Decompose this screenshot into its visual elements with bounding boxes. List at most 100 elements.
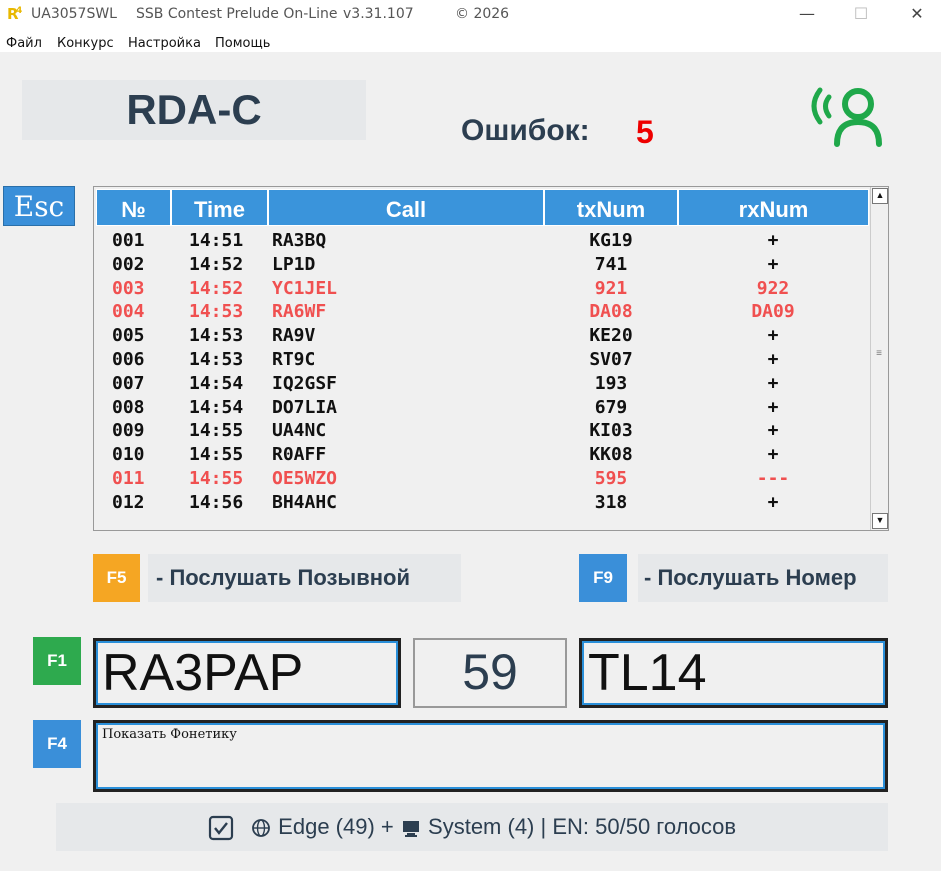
cell-txnum: KI03 <box>589 420 633 442</box>
checkbox-icon[interactable] <box>208 815 234 841</box>
title-bar: R 4 UA3057SWL SSB Contest Prelude On-Lin… <box>0 0 941 30</box>
scroll-up-arrow-icon[interactable]: ▲ <box>872 188 888 204</box>
qso-log-table: № Time Call txNum rxNum 001 14:51 RA3BQ KG1… <box>93 186 889 531</box>
scroll-down-arrow-icon[interactable]: ▼ <box>872 513 888 529</box>
table-row[interactable]: 002 14:52 LP1D 741 + <box>96 253 866 279</box>
cell-num: 008 <box>112 396 145 418</box>
table-row[interactable]: 010 14:55 R0AFF KK08 + <box>96 445 866 469</box>
cell-time: 14:53 <box>189 348 244 370</box>
cell-call: RA9V <box>272 325 316 347</box>
cell-time: 14:55 <box>189 467 244 489</box>
cell-txnum: 741 <box>594 253 628 275</box>
close-button[interactable]: ✕ <box>894 4 940 26</box>
callsign-input[interactable]: RA3PAP <box>93 638 401 708</box>
cell-rxnum: 922 <box>756 277 790 299</box>
contest-title: RDA-C <box>126 86 262 133</box>
cell-rxnum: + <box>767 253 779 275</box>
menu-settings[interactable]: Настройка <box>128 36 201 51</box>
cell-rxnum: + <box>767 230 779 251</box>
table-row[interactable]: 009 14:55 UA4NC KI03 + <box>96 421 866 445</box>
cell-num: 006 <box>112 348 145 370</box>
cell-time: 14:54 <box>189 372 244 394</box>
header-time: Time <box>171 189 268 226</box>
errors-count: 5 <box>636 114 654 150</box>
cell-call: IQ2GSF <box>272 372 338 394</box>
voices-count: | EN: 50/50 голосов <box>540 814 737 839</box>
cell-call: RA6WF <box>272 301 327 323</box>
table-row[interactable]: 003 14:52 YC1JEL 921 922 <box>96 277 866 303</box>
menu-bar: Файл Конкурс Настройка Помощь <box>0 30 941 52</box>
cell-num: 011 <box>112 467 145 489</box>
cell-txnum: KE20 <box>589 325 633 347</box>
table-row[interactable]: 006 14:53 RT9C SV07 + <box>96 348 866 374</box>
cell-call: UA4NC <box>272 420 327 442</box>
menu-contest[interactable]: Конкурс <box>57 36 114 51</box>
minimize-button[interactable]: — <box>784 4 830 26</box>
table-row[interactable]: 004 14:53 RA6WF DA08 DA09 <box>96 302 866 326</box>
window-app-id: UA3057SWL <box>31 6 117 22</box>
esc-button[interactable]: Esc <box>3 186 75 226</box>
cell-rxnum: + <box>767 372 779 394</box>
svg-text:4: 4 <box>16 6 22 16</box>
maximize-button[interactable]: ☐ <box>838 4 884 26</box>
window-app-name: SSB Contest Prelude On-Line <box>136 6 338 22</box>
cell-rxnum: + <box>767 325 779 347</box>
table-row[interactable]: 012 14:56 BH4AHC 318 + <box>96 491 866 517</box>
cell-txnum: 679 <box>594 396 628 418</box>
menu-file[interactable]: Файл <box>6 36 42 51</box>
status-plus: + <box>380 814 394 839</box>
cell-time: 14:56 <box>189 491 244 513</box>
cell-num: 009 <box>112 420 145 442</box>
cell-txnum: 921 <box>594 277 628 299</box>
tts-engine-edge: Edge (49) <box>278 814 375 839</box>
cell-time: 14:54 <box>189 396 244 418</box>
cell-txnum: 318 <box>594 491 628 513</box>
window-version: v3.31.107 <box>343 6 414 22</box>
table-row[interactable]: 001 14:51 RA3BQ KG19 + <box>96 231 866 255</box>
log-scrollbar[interactable]: ▲ ≡ ▼ <box>870 187 888 530</box>
cell-rxnum: DA09 <box>751 301 795 323</box>
cell-num: 007 <box>112 372 145 394</box>
header-rxnum: rxNum <box>678 189 869 226</box>
cell-rxnum: + <box>767 491 779 513</box>
table-row[interactable]: 008 14:54 DO7LIA 679 + <box>96 396 866 422</box>
table-row[interactable]: 005 14:53 RA9V KE20 + <box>96 326 866 350</box>
f9-button[interactable]: F9 <box>579 554 627 602</box>
cell-time: 14:55 <box>189 420 244 442</box>
cell-call: RT9C <box>272 348 316 370</box>
errors-label: Ошибок: <box>461 114 590 147</box>
cell-txnum: 595 <box>594 467 628 489</box>
phonetic-field[interactable]: Показать Фонетику <box>93 720 888 792</box>
cell-call: YC1JEL <box>272 277 338 299</box>
f5-button[interactable]: F5 <box>93 554 140 602</box>
header-call: Call <box>268 189 544 226</box>
header-num: № <box>96 189 171 226</box>
cell-txnum: SV07 <box>589 348 633 370</box>
window-copyright: © 2026 <box>455 6 510 22</box>
cell-call: R0AFF <box>272 444 327 466</box>
f9-hint: - Послушать Номер <box>638 554 888 602</box>
cell-num: 003 <box>112 277 145 299</box>
cell-rxnum: + <box>767 396 779 418</box>
table-row[interactable]: 007 14:54 IQ2GSF 193 + <box>96 372 866 398</box>
cell-txnum: DA08 <box>589 301 633 323</box>
f4-button[interactable]: F4 <box>33 720 81 768</box>
menu-help[interactable]: Помощь <box>215 36 270 51</box>
f5-hint: - Послушать Позывной <box>148 554 461 602</box>
f1-button[interactable]: F1 <box>33 637 81 685</box>
cell-time: 14:53 <box>189 325 244 347</box>
rst-field[interactable]: 59 <box>413 638 567 708</box>
contest-title-panel: RDA-C <box>22 80 366 140</box>
header-txnum: txNum <box>544 189 678 226</box>
listener-signal-icon <box>811 87 882 147</box>
globe-icon <box>252 819 270 838</box>
cell-time: 14:51 <box>189 230 244 251</box>
cell-num: 004 <box>112 301 145 323</box>
table-row[interactable]: 011 14:55 OE5WZO 595 --- <box>96 467 866 493</box>
cell-txnum: KK08 <box>589 444 633 466</box>
cell-time: 14:52 <box>189 253 244 275</box>
number-input[interactable]: TL14 <box>579 638 888 708</box>
cell-call: LP1D <box>272 253 316 275</box>
scroll-grip-icon[interactable]: ≡ <box>874 349 884 359</box>
tts-engine-system: System (4) <box>428 814 535 839</box>
